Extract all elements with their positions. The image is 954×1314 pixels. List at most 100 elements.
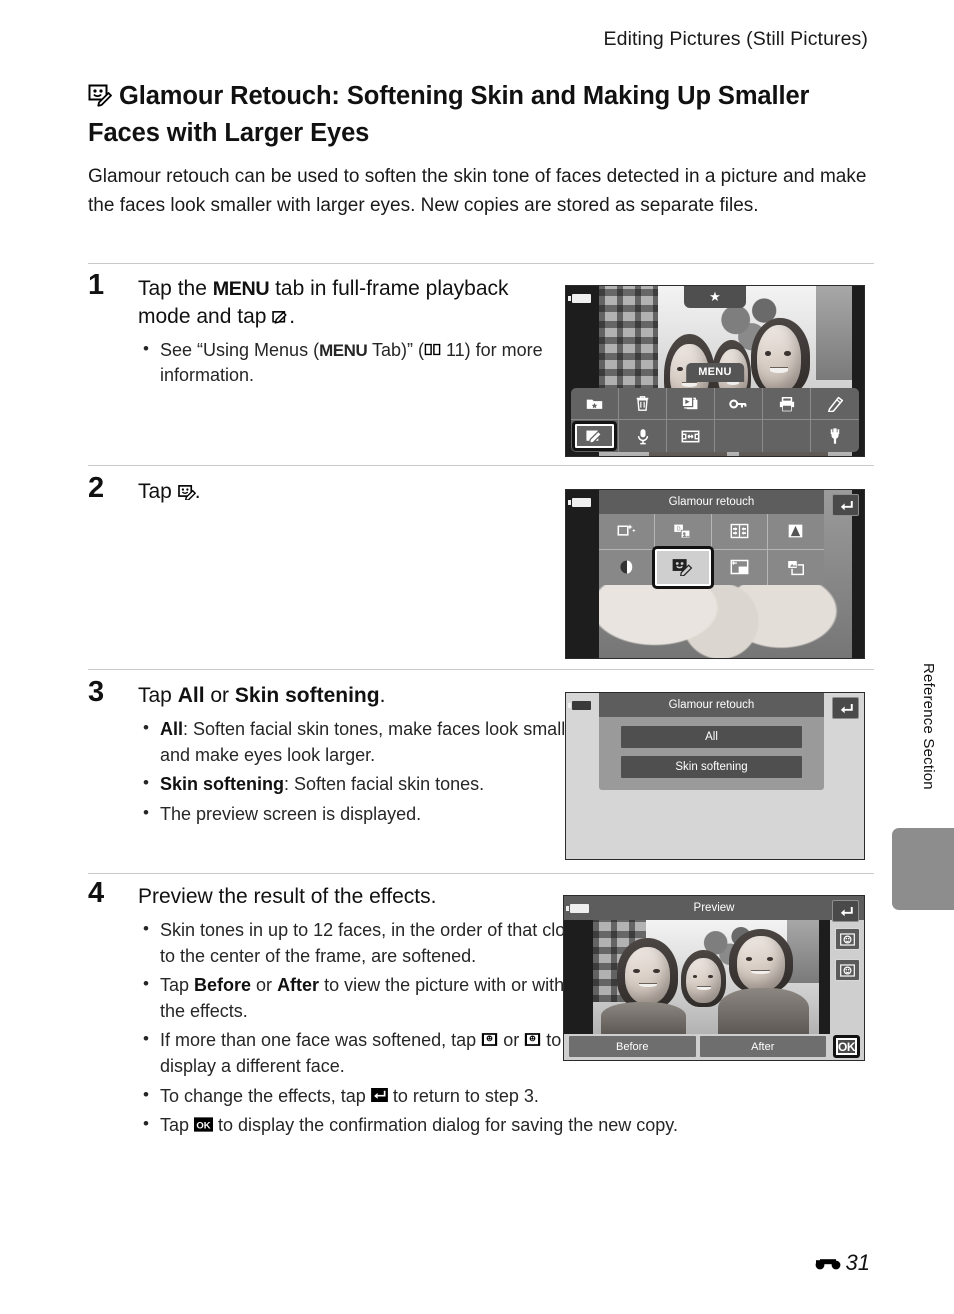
step-3-bullet: Skin softening: Soften facial skin tones… xyxy=(138,771,608,798)
small-picture-icon[interactable] xyxy=(712,549,768,585)
camera-screen-step-4: Preview Before After OK xyxy=(563,895,865,1061)
print-order-icon[interactable] xyxy=(763,388,811,420)
setup-wrench-icon[interactable] xyxy=(811,420,859,452)
battery-icon xyxy=(566,904,589,913)
option-panel: All Skin softening xyxy=(599,717,824,790)
face-next-icon[interactable] xyxy=(835,959,860,981)
empty-cell xyxy=(715,420,763,452)
bullet-text-post: to return to step 3. xyxy=(387,1085,539,1106)
page-number: 31 xyxy=(845,1250,870,1275)
d-lighting-icon[interactable]: D xyxy=(655,514,712,550)
before-label: Before xyxy=(194,975,252,996)
retouch-icon[interactable] xyxy=(571,420,619,452)
intro-paragraph: Glamour retouch can be used to soften th… xyxy=(88,166,867,217)
after-label: After xyxy=(277,975,320,996)
option-all-button[interactable]: All xyxy=(621,726,802,748)
page-title-text: Glamour Retouch: Softening Skin and Maki… xyxy=(88,82,810,147)
ok-icon: OK xyxy=(194,1117,214,1134)
step-1-heading-pre: Tap the xyxy=(138,277,213,300)
bullet-text-pre: Tap xyxy=(160,1115,195,1136)
step-1-heading: Tap the MENU tab in full-frame playback … xyxy=(138,275,558,330)
soft-filter-icon[interactable] xyxy=(599,549,656,585)
delete-icon[interactable] xyxy=(619,388,667,420)
battery-icon xyxy=(568,498,591,507)
bullet-text-pre: Tap xyxy=(160,975,195,996)
bullet-text: : Soften facial skin tones. xyxy=(284,774,485,795)
section-glyph-icon xyxy=(814,1250,844,1276)
step-3-heading-post: . xyxy=(379,684,386,707)
divider xyxy=(88,465,874,466)
page-title: Glamour Retouch: Softening Skin and Maki… xyxy=(88,80,872,151)
step-3-option-b: Skin softening xyxy=(234,684,380,707)
bullet-bold: Skin softening xyxy=(160,774,285,795)
after-button[interactable]: After xyxy=(699,1036,826,1057)
menu-tab[interactable]: MENU xyxy=(686,363,744,382)
back-icon[interactable] xyxy=(832,900,859,922)
bullet-text-pre: To change the effects, tap xyxy=(160,1085,371,1106)
section-thumb-tab xyxy=(892,828,954,910)
back-icon[interactable] xyxy=(832,697,859,719)
favorites-icon[interactable] xyxy=(571,388,619,420)
face-next-icon xyxy=(524,1032,541,1049)
filter-effects-icon[interactable] xyxy=(767,514,824,550)
step-3-bullet: All: Soften facial skin tones, make face… xyxy=(138,716,608,768)
bullet-text-mid: or xyxy=(251,975,278,996)
book-icon xyxy=(424,342,441,359)
crop-icon[interactable] xyxy=(768,550,824,586)
bullet-bold: All xyxy=(160,719,184,740)
divider xyxy=(88,263,874,264)
step-4-bullet: If more than one face was softened, tap … xyxy=(138,1027,608,1079)
bullet-text-mid: or xyxy=(498,1030,525,1051)
bullet-text: : Soften facial skin tones, make faces l… xyxy=(160,719,586,765)
step-3-heading-mid: or xyxy=(204,684,235,707)
step-number: 4 xyxy=(88,877,105,909)
option-skin-softening-button[interactable]: Skin softening xyxy=(621,756,802,778)
bullet-text-pre: See “Using Menus ( xyxy=(160,339,320,360)
voice-memo-icon[interactable] xyxy=(619,420,667,452)
face-prev-icon[interactable] xyxy=(835,928,860,950)
step-number: 2 xyxy=(88,472,105,504)
back-icon[interactable] xyxy=(832,494,859,516)
svg-text:D: D xyxy=(677,526,681,532)
screen-title-step-4: Preview xyxy=(564,896,864,920)
step-4-bullet: To change the effects, tap to return to … xyxy=(138,1083,838,1110)
camera-screen-step-1: ★ MENU xyxy=(565,285,865,457)
divider xyxy=(88,873,874,874)
protect-key-icon[interactable] xyxy=(715,388,763,420)
page-folio: 31 xyxy=(814,1250,870,1276)
battery-icon xyxy=(568,294,591,303)
camera-screen-step-3: Glamour retouch All Skin softening xyxy=(565,692,865,860)
bullet-text-pre: If more than one face was softened, tap xyxy=(160,1030,482,1051)
red-eye-icon[interactable] xyxy=(711,514,768,550)
menu-word: MENU xyxy=(319,340,368,360)
bullet-text-post: to display the confirmation dialog for s… xyxy=(213,1115,678,1136)
step-4-bullet: Tap OK to display the confirmation dialo… xyxy=(138,1112,838,1139)
step-3-heading-pre: Tap xyxy=(138,684,178,707)
back-icon xyxy=(370,1087,388,1105)
step-3-bullet: The preview screen is displayed. xyxy=(138,801,608,828)
battery-icon xyxy=(568,701,591,710)
quick-retouch-icon[interactable] xyxy=(599,514,656,550)
bullet-text-mid: Tab)” ( xyxy=(367,339,424,360)
ok-button[interactable]: OK xyxy=(833,1035,860,1058)
bullet-text: The preview screen is displayed. xyxy=(160,803,422,824)
glamour-retouch-icon[interactable] xyxy=(652,545,714,589)
retouch-icon xyxy=(272,309,289,326)
menu-word: MENU xyxy=(212,278,270,300)
svg-text:OK: OK xyxy=(196,1121,210,1132)
manual-page: Editing Pictures (Still Pictures) Glamou… xyxy=(0,0,954,1314)
playback-menu-grid xyxy=(571,388,859,452)
screen-title-step-3: Glamour retouch xyxy=(599,693,824,717)
preview-photo xyxy=(564,920,830,1034)
glamour-retouch-icon xyxy=(177,484,196,501)
step-1-bullet: See “Using Menus (MENU Tab)” ( 11) for m… xyxy=(138,337,558,389)
slideshow-icon[interactable] xyxy=(667,388,715,420)
star-tab[interactable]: ★ xyxy=(684,286,746,308)
step-4-bullet: Tap Before or After to view the picture … xyxy=(138,972,608,1024)
before-after-row: Before After xyxy=(569,1036,826,1057)
camera-screen-step-2: Glamour retouch D xyxy=(565,489,865,659)
edit-pencil-icon[interactable] xyxy=(811,388,859,420)
before-button[interactable]: Before xyxy=(569,1036,696,1057)
resize-icon[interactable] xyxy=(667,420,715,452)
step-4-bullet: Skin tones in up to 12 faces, in the ord… xyxy=(138,917,608,969)
